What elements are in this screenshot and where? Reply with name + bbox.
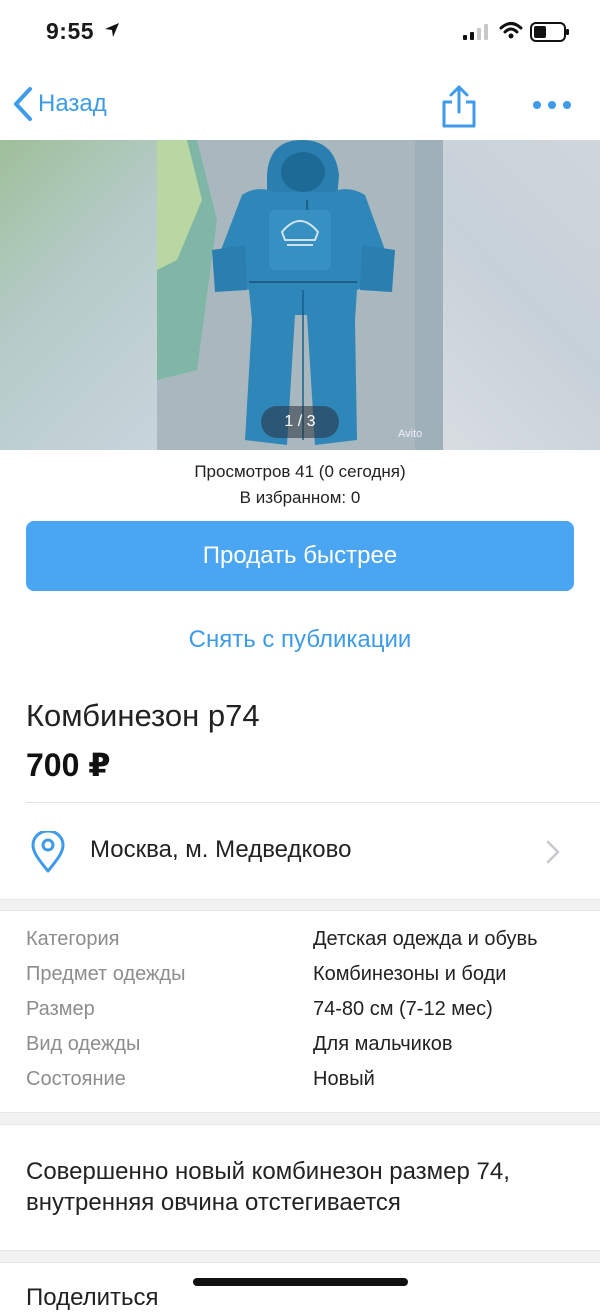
share-icon[interactable] bbox=[440, 84, 478, 128]
back-label: Назад bbox=[38, 90, 107, 117]
sell-faster-button[interactable]: Продать быстрее bbox=[26, 521, 574, 591]
blurred-photo-background-left bbox=[0, 140, 157, 450]
section-separator bbox=[0, 899, 600, 911]
listing-title: Комбинезон р74 bbox=[26, 698, 260, 733]
param-key: Вид одежды bbox=[26, 1033, 141, 1055]
param-row: Состояние Новый bbox=[0, 1064, 600, 1099]
map-pin-icon bbox=[31, 831, 65, 873]
param-row: Размер 74-80 см (7-12 мес) bbox=[0, 994, 600, 1029]
photo-gallery[interactable] bbox=[0, 140, 600, 450]
back-button[interactable]: Назад bbox=[12, 86, 107, 122]
cellular-signal-icon bbox=[463, 24, 488, 40]
snowsuit-illustration bbox=[157, 140, 443, 450]
param-row: Категория Детская одежда и обувь bbox=[0, 924, 600, 959]
share-section-label: Поделиться bbox=[26, 1284, 159, 1311]
param-row: Вид одежды Для мальчиков bbox=[0, 1029, 600, 1064]
param-value: Для мальчиков bbox=[313, 1033, 453, 1055]
battery-icon bbox=[530, 22, 569, 42]
param-value: Детская одежда и обувь bbox=[313, 928, 538, 950]
watermark-text: Avito bbox=[398, 428, 423, 440]
unpublish-button[interactable]: Снять с публикации bbox=[0, 626, 600, 654]
param-value: Новый bbox=[313, 1068, 375, 1090]
listing-description: Совершенно новый комбинезон размер 74, в… bbox=[26, 1158, 510, 1216]
section-separator bbox=[0, 1250, 600, 1263]
home-indicator[interactable] bbox=[193, 1278, 408, 1286]
location-arrow-icon bbox=[105, 23, 119, 37]
more-options-icon[interactable] bbox=[532, 100, 572, 110]
section-separator bbox=[0, 1112, 600, 1125]
status-time: 9:55 bbox=[46, 18, 95, 44]
navigation-bar: Назад bbox=[0, 76, 600, 136]
param-key: Предмет одежды bbox=[26, 963, 186, 985]
chevron-right-icon bbox=[546, 840, 560, 864]
listing-price: 700 ₽ bbox=[26, 747, 111, 783]
param-key: Категория bbox=[26, 928, 120, 950]
photo-counter: 1 / 3 bbox=[261, 406, 339, 438]
wifi-icon bbox=[499, 22, 523, 39]
parameters-list: Категория Детская одежда и обувь Предмет… bbox=[0, 924, 600, 1099]
status-bar: 9:55 bbox=[0, 0, 600, 64]
product-photo[interactable] bbox=[157, 140, 443, 450]
favorites-count: В избранном: 0 bbox=[239, 488, 361, 507]
location-text: Москва, м. Медведково bbox=[90, 836, 352, 863]
param-value: 74-80 см (7-12 мес) bbox=[313, 998, 493, 1020]
param-row: Предмет одежды Комбинезоны и боди bbox=[0, 959, 600, 994]
blurred-photo-background-right bbox=[443, 140, 600, 450]
location-row[interactable]: Москва, м. Медведково bbox=[0, 803, 600, 899]
param-key: Состояние bbox=[26, 1068, 126, 1090]
views-count: Просмотров 41 (0 сегодня) bbox=[194, 462, 406, 481]
chevron-left-icon bbox=[14, 87, 32, 121]
param-key: Размер bbox=[26, 998, 95, 1020]
param-value: Комбинезоны и боди bbox=[313, 963, 507, 985]
